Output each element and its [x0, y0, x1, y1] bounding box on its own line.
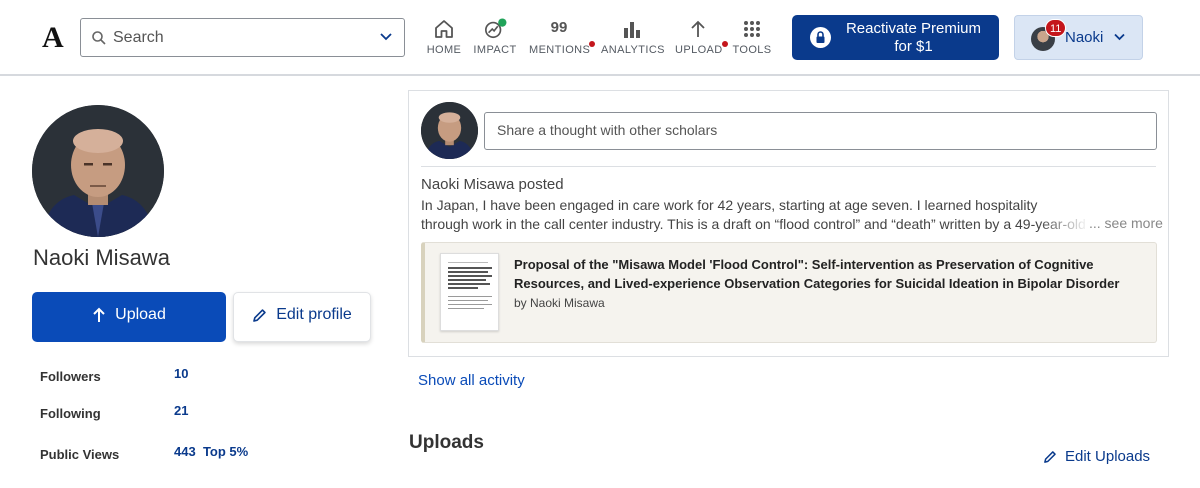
nav-analytics-label: ANALYTICS: [601, 44, 665, 56]
chevron-down-icon[interactable]: [380, 32, 392, 42]
followers-label: Followers: [40, 369, 101, 384]
profile-avatar[interactable]: [32, 105, 164, 237]
edit-uploads-label: Edit Uploads: [1065, 448, 1151, 465]
edit-uploads-button[interactable]: Edit Uploads: [1043, 448, 1150, 465]
upload-alert-dot: [722, 41, 728, 47]
mentions-icon: 99: [550, 19, 568, 36]
nav-impact-label: IMPACT: [473, 44, 517, 56]
composer-avatar: [421, 102, 478, 159]
post-author-line: Naoki Misawa posted: [421, 176, 564, 193]
upload-arrow-icon: [93, 307, 105, 322]
upload-button[interactable]: Upload: [32, 292, 226, 342]
followers-count[interactable]: 10: [174, 366, 188, 381]
document-attachment[interactable]: Proposal of the "Misawa Model 'Flood Con…: [421, 242, 1157, 343]
edit-profile-label: Edit profile: [276, 306, 352, 324]
reactivate-premium-button[interactable]: Reactivate Premium for $1: [792, 15, 999, 60]
public-views-label: Public Views: [40, 447, 120, 462]
see-more-link[interactable]: ... see more: [1089, 215, 1163, 231]
notification-badge[interactable]: 11: [1045, 19, 1067, 37]
upload-button-label: Upload: [115, 306, 166, 323]
impact-icon: [485, 18, 507, 39]
nav-mentions-label: MENTIONS: [529, 44, 591, 56]
lock-icon: [810, 27, 831, 48]
document-byline: by Naoki Misawa: [514, 296, 605, 310]
post-text: In Japan, I have been engaged in care wo…: [421, 197, 1086, 232]
top-navigation-bar: A HOME IMPACT 99 MENTIONS: [0, 0, 1200, 76]
nav-home-label: HOME: [426, 44, 462, 56]
share-thought-input[interactable]: Share a thought with other scholars: [484, 112, 1157, 150]
grid-icon: [744, 21, 760, 37]
activity-card: Share a thought with other scholars Naok…: [408, 90, 1169, 357]
site-logo[interactable]: A: [42, 22, 64, 54]
search-box[interactable]: [80, 18, 405, 57]
chevron-down-icon: [1114, 33, 1125, 41]
nav-upload[interactable]: UPLOAD: [675, 16, 728, 60]
search-input[interactable]: [113, 27, 363, 49]
show-all-activity-link[interactable]: Show all activity: [418, 372, 525, 389]
nav-home[interactable]: HOME: [424, 16, 464, 60]
user-name: Naoki: [1065, 29, 1104, 46]
user-menu-button[interactable]: 11 Naoki: [1014, 15, 1143, 60]
nav-upload-label: UPLOAD: [675, 44, 723, 56]
document-thumbnail[interactable]: [440, 253, 499, 331]
nav-tools-label: TOOLS: [732, 44, 772, 56]
following-label: Following: [40, 406, 101, 421]
home-icon: [435, 20, 453, 38]
premium-label-line1: Reactivate Premium: [845, 20, 982, 37]
upload-arrow-icon: [691, 20, 705, 37]
following-count[interactable]: 21: [174, 403, 188, 418]
document-title[interactable]: Proposal of the "Misawa Model 'Flood Con…: [514, 255, 1154, 293]
premium-label-line2: for $1: [894, 38, 933, 55]
public-views-count[interactable]: 443 Top 5%: [174, 444, 248, 459]
nav-tools[interactable]: TOOLS: [731, 16, 773, 60]
profile-name: Naoki Misawa: [33, 245, 170, 270]
pencil-icon: [1044, 450, 1056, 463]
public-views-value: 443: [174, 444, 196, 459]
analytics-icon: [624, 22, 640, 38]
text-fade: [1039, 215, 1089, 234]
nav-analytics[interactable]: ANALYTICS: [601, 16, 665, 60]
premium-label: Reactivate Premium for $1: [836, 20, 991, 56]
nav-impact[interactable]: IMPACT: [472, 16, 518, 60]
pencil-icon: [253, 309, 266, 322]
mentions-alert-dot: [589, 41, 595, 47]
public-views-rank: Top 5%: [202, 444, 249, 459]
search-icon: [92, 31, 106, 45]
card-divider: [421, 166, 1156, 167]
uploads-heading: Uploads: [409, 432, 484, 453]
nav-mentions[interactable]: 99 MENTIONS: [529, 16, 595, 60]
edit-profile-button[interactable]: Edit profile: [233, 292, 371, 342]
